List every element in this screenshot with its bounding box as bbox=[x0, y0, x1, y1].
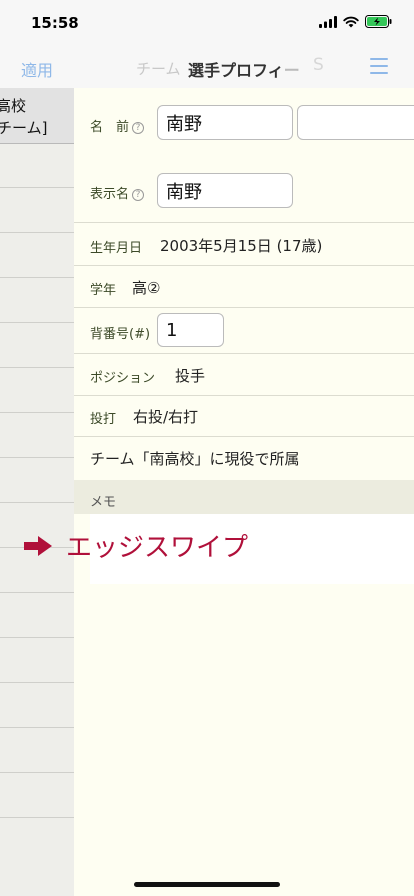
edge-swipe-annotation: エッジスワイプ bbox=[24, 527, 248, 564]
list-divider bbox=[0, 682, 74, 683]
display-name-label: 表示名? bbox=[90, 183, 145, 202]
apply-button[interactable]: 適用 bbox=[21, 57, 53, 81]
name-label-text: 名 前 bbox=[90, 120, 130, 135]
display-name-label-text: 表示名 bbox=[90, 187, 130, 202]
help-icon[interactable]: ? bbox=[132, 121, 145, 134]
list-divider bbox=[0, 637, 74, 638]
list-divider bbox=[0, 772, 74, 773]
background-header-line2: /チーム] bbox=[0, 119, 48, 137]
signal-icon bbox=[319, 15, 337, 28]
list-divider bbox=[0, 412, 74, 413]
divider bbox=[74, 222, 414, 223]
grade-label: 学年 bbox=[90, 283, 117, 298]
memo-label: メモ bbox=[90, 495, 117, 510]
position-label: ポジション bbox=[90, 371, 156, 386]
profile-panel: 名 前? 南野 表示名? 南野 生年月日 2003年5月15日 (17歳) 学年… bbox=[74, 88, 414, 896]
position-value[interactable]: 投手 bbox=[175, 365, 205, 386]
birthdate-value[interactable]: 2003年5月15日 (17歳) bbox=[160, 235, 322, 256]
uniform-number-input[interactable]: 1 bbox=[157, 313, 224, 347]
divider bbox=[74, 436, 414, 437]
list-divider bbox=[0, 592, 74, 593]
team-status: チーム「南高校」に現役で所属 bbox=[90, 450, 300, 468]
page-title-fade: ー bbox=[283, 61, 300, 80]
list-divider bbox=[0, 187, 74, 188]
name-label: 名 前? bbox=[90, 116, 145, 135]
memo-header bbox=[74, 480, 414, 514]
name-input-secondary[interactable] bbox=[297, 105, 414, 140]
list-divider bbox=[0, 367, 74, 368]
status-bar: 15:58 bbox=[0, 0, 414, 44]
ghost-back-title: チーム bbox=[136, 60, 181, 78]
name-input[interactable]: 南野 bbox=[157, 105, 293, 140]
bat-throw-label: 投打 bbox=[90, 412, 117, 427]
list-divider bbox=[0, 232, 74, 233]
divider bbox=[74, 395, 414, 396]
list-divider bbox=[0, 457, 74, 458]
nav-bar: 適用 チーム 選手プロフィー S bbox=[0, 44, 414, 88]
edge-swipe-text: エッジスワイプ bbox=[66, 533, 249, 563]
page-title: 選手プロフィー bbox=[188, 57, 300, 81]
ghost-refresh-icon: S bbox=[313, 55, 324, 75]
status-icons bbox=[319, 15, 392, 28]
list-divider bbox=[0, 727, 74, 728]
battery-charging-icon bbox=[365, 15, 392, 28]
list-divider bbox=[0, 817, 74, 818]
page-title-text: 選手プロフィ bbox=[188, 61, 284, 80]
list-divider bbox=[0, 502, 74, 503]
menu-icon[interactable] bbox=[370, 58, 388, 74]
status-time: 15:58 bbox=[31, 14, 79, 32]
background-header-line1: 高校 bbox=[0, 97, 27, 115]
home-indicator[interactable] bbox=[134, 882, 280, 887]
grade-value[interactable]: 高② bbox=[132, 277, 160, 298]
divider bbox=[74, 265, 414, 266]
background-list-header[interactable]: 高校 /チーム] bbox=[0, 88, 74, 144]
divider bbox=[74, 307, 414, 308]
birthdate-label: 生年月日 bbox=[90, 241, 143, 256]
display-name-input[interactable]: 南野 bbox=[157, 173, 293, 208]
divider bbox=[74, 353, 414, 354]
arrow-right-icon bbox=[24, 535, 52, 556]
list-divider bbox=[0, 277, 74, 278]
bat-throw-value[interactable]: 右投/右打 bbox=[133, 406, 198, 427]
uniform-number-label: 背番号(#) bbox=[90, 327, 151, 342]
background-list: 高校 /チーム] bbox=[0, 88, 74, 896]
list-divider bbox=[0, 322, 74, 323]
wifi-icon bbox=[343, 16, 359, 27]
help-icon[interactable]: ? bbox=[132, 188, 145, 201]
